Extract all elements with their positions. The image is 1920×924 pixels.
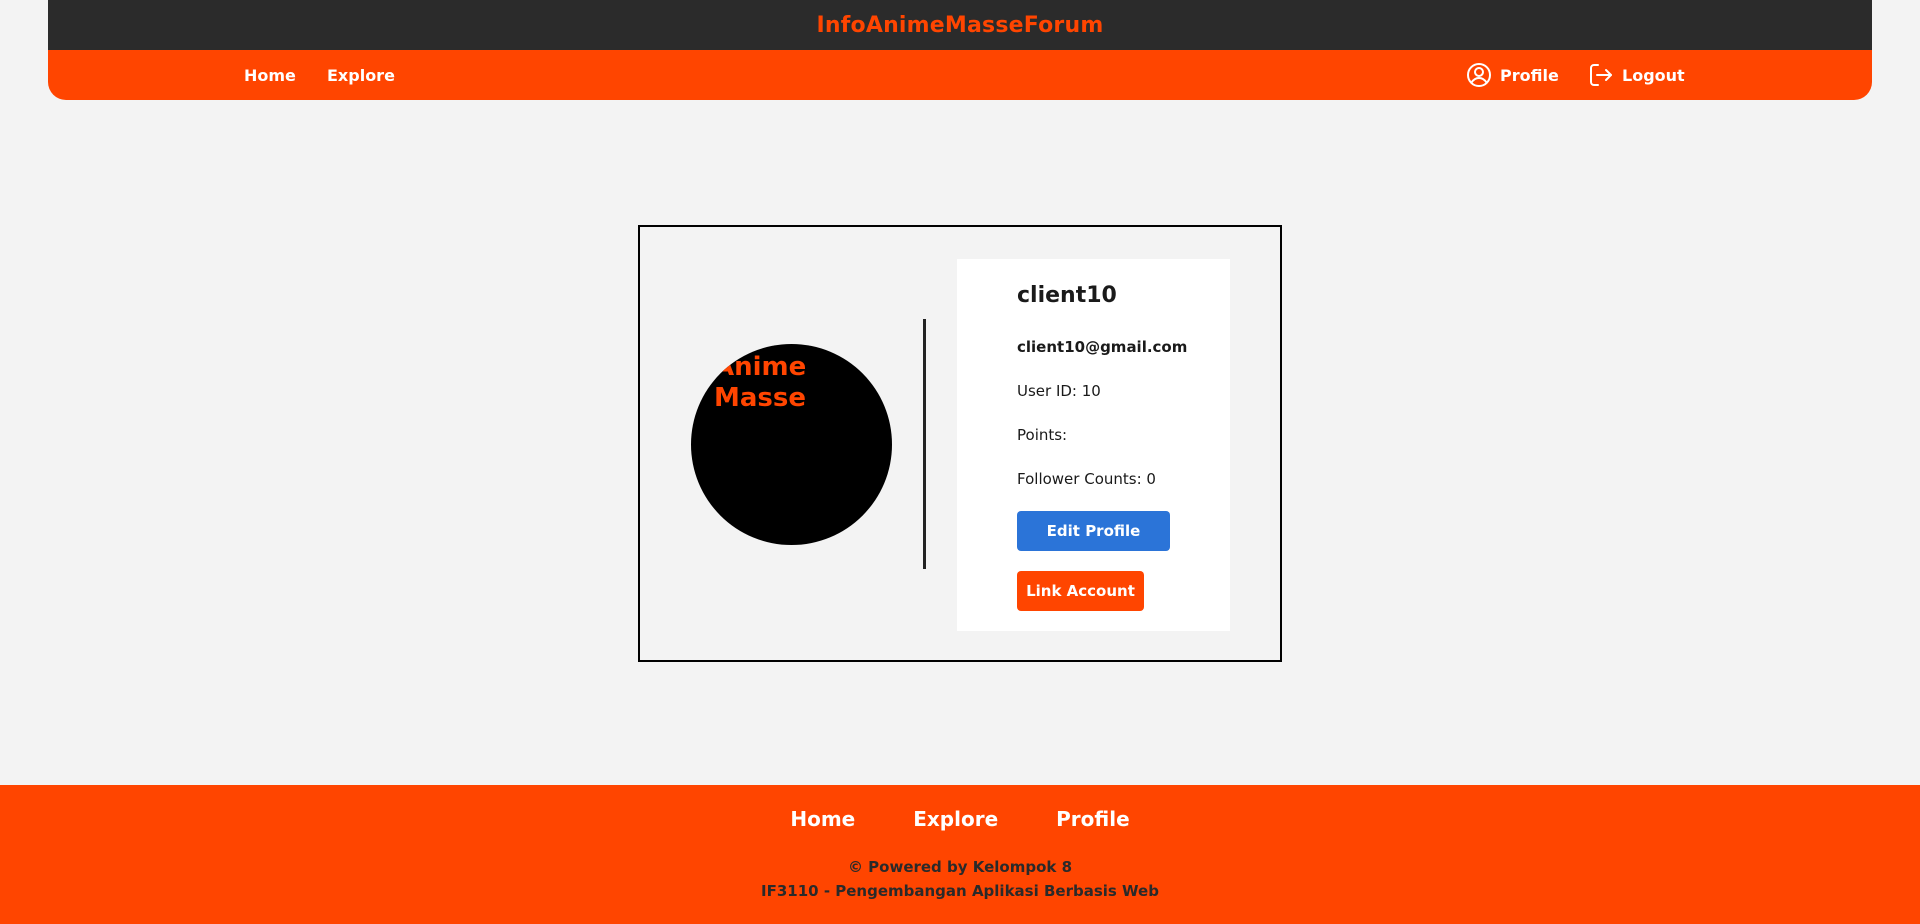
nav-profile-link[interactable]: Profile [1466,50,1559,100]
user-circle-icon [1466,62,1492,88]
brand-bar: InfoAnimeMasseForum [48,0,1872,50]
avatar-logo-text: Anime Masse [714,352,807,413]
top-header: InfoAnimeMasseForum Home Explore Profile [48,0,1872,100]
edit-profile-button[interactable]: Edit Profile [1017,511,1170,551]
user-id: User ID: 10 [1017,382,1101,400]
username: client10 [1017,283,1117,308]
nav-home-link[interactable]: Home [244,50,296,100]
footer-profile-link[interactable]: Profile [1056,807,1130,831]
footer-home-link[interactable]: Home [790,807,855,831]
site-title[interactable]: InfoAnimeMasseForum [817,13,1104,38]
nav-logout-label: Logout [1622,65,1685,85]
logout-icon [1588,62,1614,88]
user-points: Points: [1017,426,1068,444]
user-email: client10@gmail.com [1017,338,1188,356]
nav-logout-link[interactable]: Logout [1588,50,1685,100]
nav-bar: Home Explore Profile Logout [48,50,1872,100]
footer-explore-link[interactable]: Explore [913,807,998,831]
link-account-button[interactable]: Link Account [1017,571,1144,611]
nav-explore-link[interactable]: Explore [327,50,395,100]
avatar: Anime Masse [691,344,892,545]
footer: Home Explore Profile © Powered by Kelomp… [0,785,1920,924]
profile-info-panel: client10 client10@gmail.com User ID: 10 … [957,259,1230,631]
follower-count: Follower Counts: 0 [1017,470,1156,488]
vertical-divider [923,319,926,569]
footer-links: Home Explore Profile [0,807,1920,831]
footer-course: IF3110 - Pengembangan Aplikasi Berbasis … [761,882,1159,900]
profile-card: Anime Masse client10 client10@gmail.com … [638,225,1282,662]
footer-credit: © Powered by Kelompok 8 [847,858,1073,876]
nav-profile-label: Profile [1500,65,1559,85]
